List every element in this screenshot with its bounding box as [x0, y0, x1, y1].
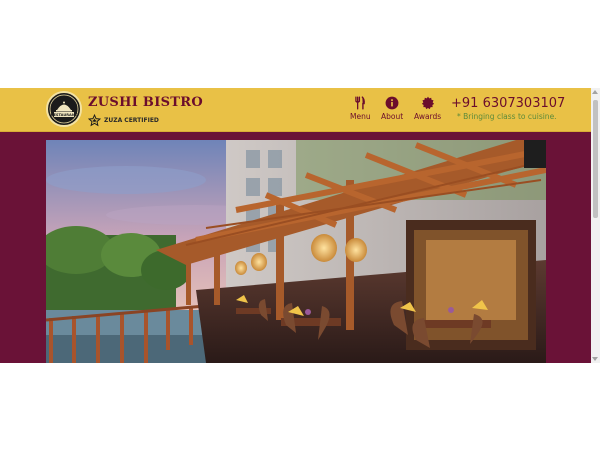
logo-text: RESTAURANT — [51, 113, 78, 117]
scrollbar-thumb[interactable] — [593, 100, 598, 218]
nav-about-label: About — [381, 112, 404, 121]
scrollbar[interactable] — [591, 88, 600, 363]
nav-item-about[interactable]: About — [381, 96, 403, 121]
hero-image — [46, 140, 546, 363]
info-icon — [385, 96, 399, 110]
header: RESTAURANT ZUSHI BISTRO ZUZA CERTIFIED M… — [0, 88, 591, 132]
award-badge-icon — [421, 96, 434, 110]
scroll-down-arrow-icon[interactable] — [592, 357, 598, 361]
certification-text: ZUZA CERTIFIED — [104, 116, 159, 124]
certification-badge: ZUZA CERTIFIED — [88, 113, 159, 127]
nav-awards-label: Awards — [414, 112, 442, 121]
restaurant-logo[interactable]: RESTAURANT — [46, 91, 82, 127]
phone-number[interactable]: +91 6307303107 — [451, 96, 565, 111]
fork-knife-icon — [355, 96, 366, 110]
scroll-up-arrow-icon[interactable] — [592, 90, 598, 94]
tagline: * Bringing class to cuisine. — [457, 112, 557, 121]
nav-menu-label: Menu — [350, 112, 371, 121]
brand-name[interactable]: ZUSHI BISTRO — [88, 95, 203, 110]
star-outline-icon — [88, 113, 101, 126]
nav-item-menu[interactable]: Menu — [350, 96, 371, 121]
nav-item-awards[interactable]: Awards — [414, 96, 441, 121]
